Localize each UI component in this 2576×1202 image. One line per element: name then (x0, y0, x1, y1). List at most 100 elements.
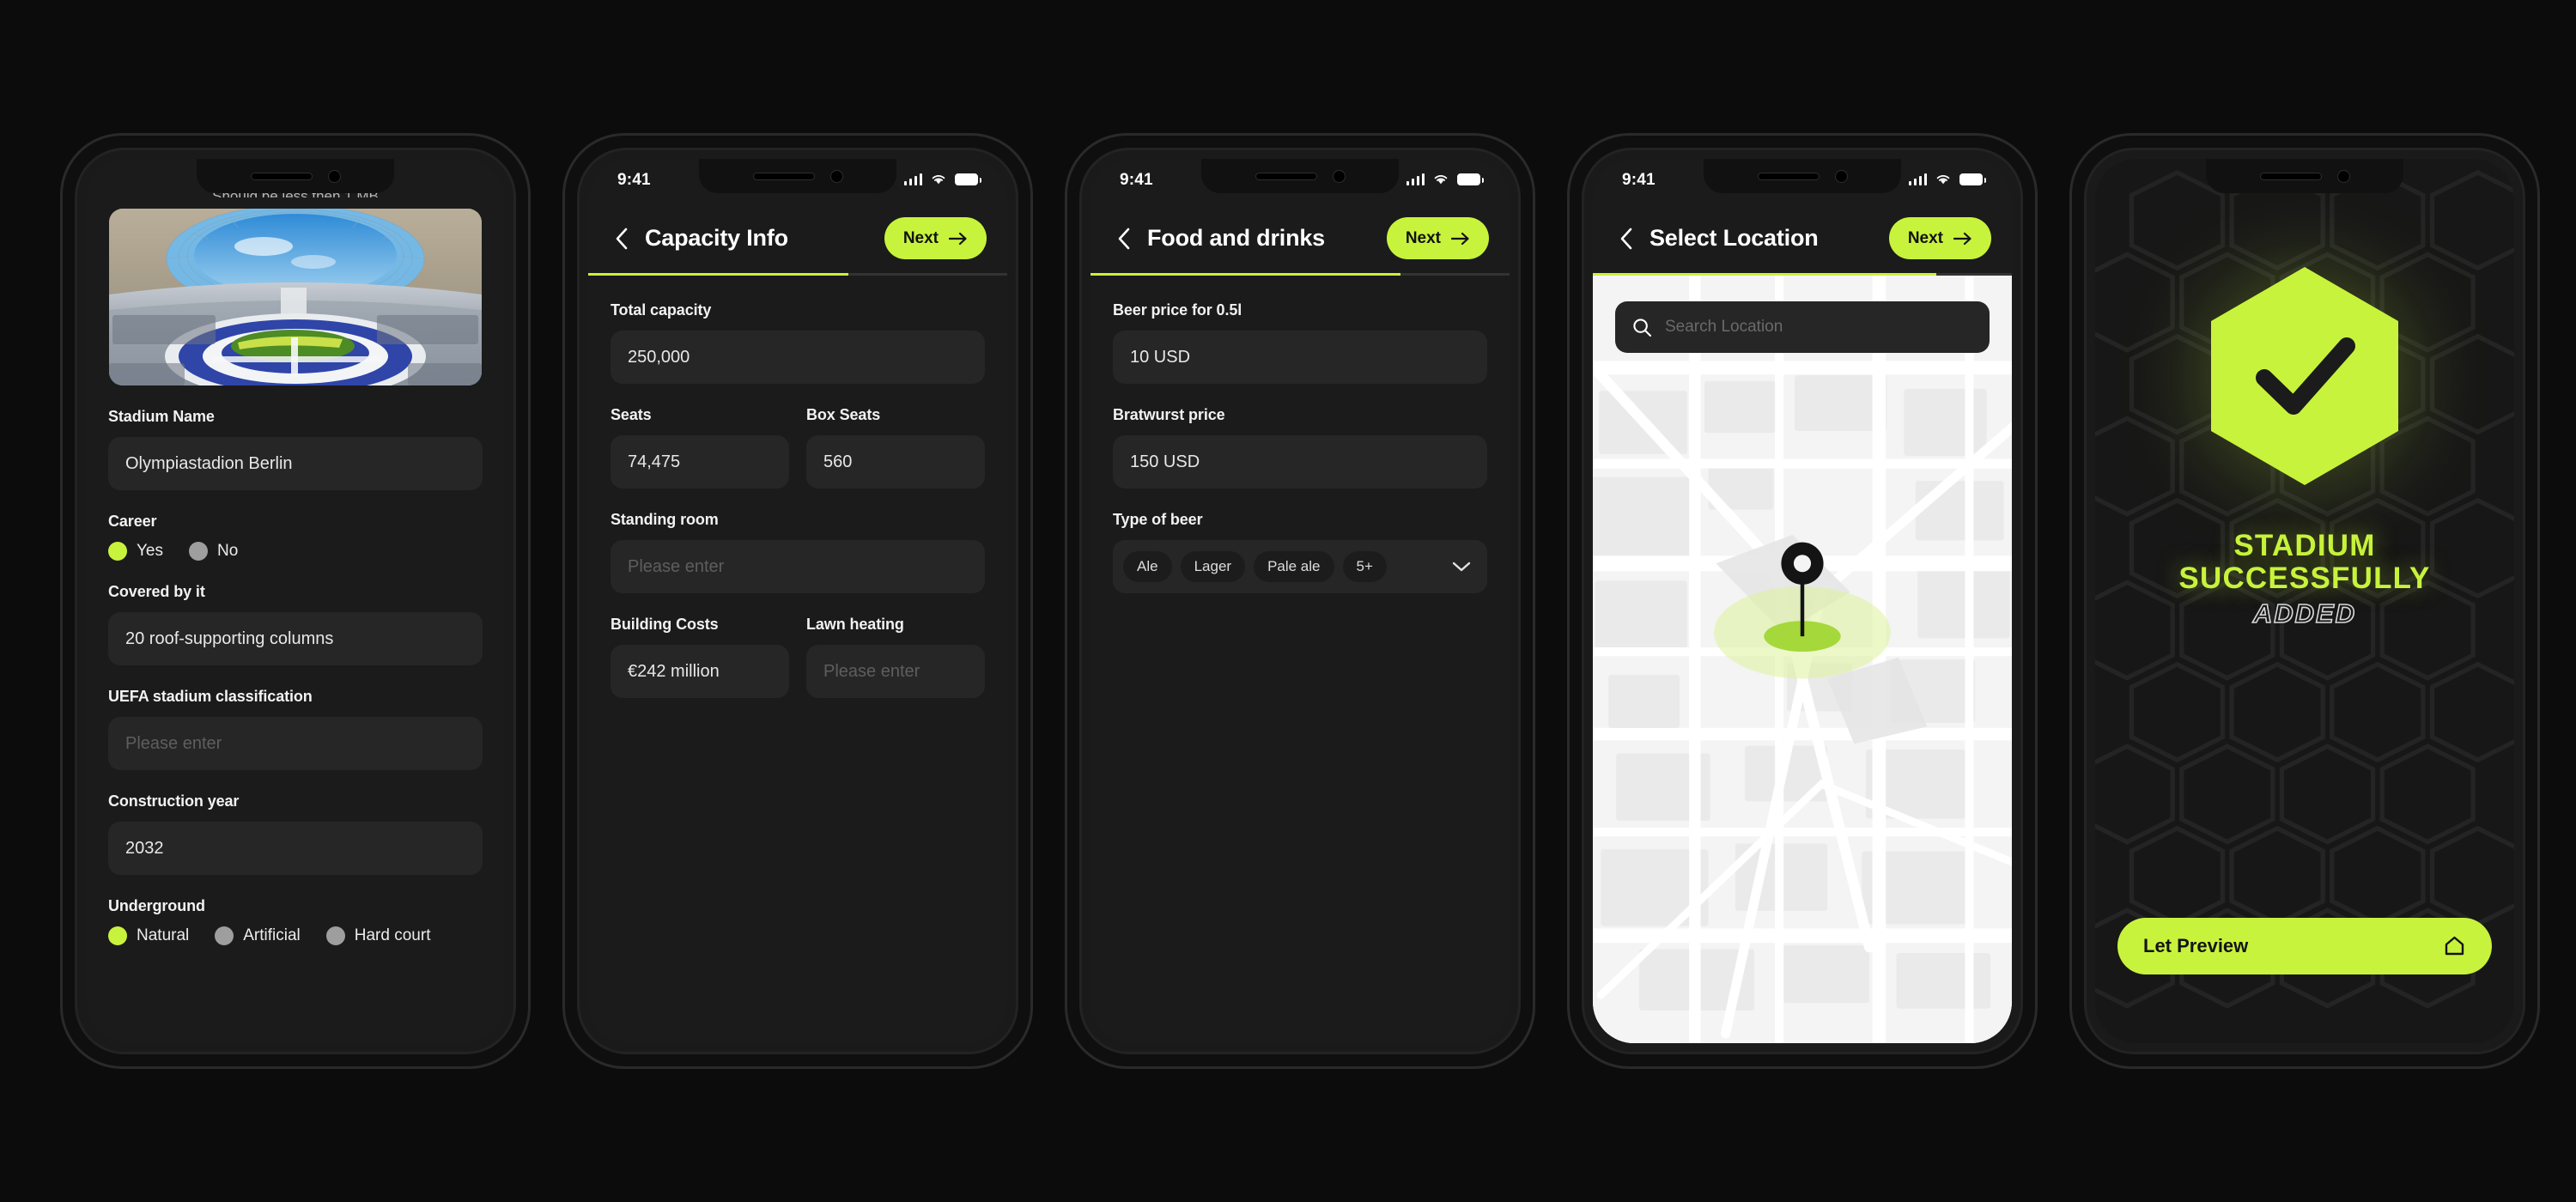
back-icon[interactable] (1615, 228, 1637, 250)
wifi-icon (932, 174, 945, 185)
general-info-form: Stadium Name Olympiastadion Berlin Caree… (86, 159, 505, 945)
costs-row: Building Costs €242 million Lawn heating… (611, 616, 985, 720)
beer-price-input[interactable]: 10 USD (1113, 331, 1487, 384)
field-label: Beer price for 0.5l (1113, 301, 1242, 319)
screenshot-canvas: Should be less then 1 MB (0, 0, 2576, 1202)
next-button[interactable]: Next (1888, 217, 1991, 259)
phone-bezel-1: Should be less then 1 MB (75, 148, 516, 1054)
phone-bezel-2: 9:41 Capacity Info Next Total capacity 2… (577, 148, 1018, 1054)
next-button[interactable]: Next (884, 217, 987, 259)
construction-year-input[interactable]: 2032 (108, 822, 483, 875)
success-line-1: STADIUM (2233, 529, 2376, 562)
chip-beer-type[interactable]: Ale (1123, 551, 1172, 582)
cellular-signal-icon (1908, 173, 1927, 185)
front-camera-icon (1834, 169, 1848, 183)
food-form: Beer price for 0.5l 10 USD Bratwurst pri… (1091, 276, 1510, 1043)
phone-bezel-5: STADIUM SUCCESSFULLY ADDED Let Preview (2084, 148, 2525, 1054)
seats-input[interactable]: 74,475 (611, 435, 789, 489)
phone-success: STADIUM SUCCESSFULLY ADDED Let Preview (2069, 133, 2540, 1069)
building-costs-input[interactable]: €242 million (611, 645, 789, 698)
radio-career-no[interactable]: No (189, 542, 238, 561)
let-preview-button[interactable]: Let Preview (2117, 918, 2492, 974)
chip-beer-type-more[interactable]: 5+ (1342, 551, 1387, 582)
seats-row: Seats 74,475 Box Seats 560 (611, 406, 985, 511)
underground-options: Natural Artificial Hard court (108, 926, 483, 945)
next-button[interactable]: Next (1386, 217, 1489, 259)
earpiece-speaker-icon (2259, 172, 2322, 180)
back-icon[interactable] (611, 228, 633, 250)
radio-dot-icon (189, 542, 208, 561)
success-container: STADIUM SUCCESSFULLY ADDED Let Preview (2095, 159, 2514, 1043)
field-lawn-heating: Lawn heating Please enter (806, 616, 985, 720)
chevron-down-icon[interactable] (1451, 561, 1475, 573)
map-view[interactable] (1593, 276, 2012, 1043)
battery-icon (1959, 173, 1986, 185)
radio-group-career: Career Yes No (108, 513, 483, 561)
page-title: Capacity Info (645, 225, 788, 251)
device-notch-5 (2206, 159, 2403, 193)
field-label: Building Costs (611, 616, 719, 633)
beer-type-label: Type of beer (1113, 511, 1203, 528)
field-label: UEFA stadium classification (108, 688, 313, 705)
chip-beer-type[interactable]: Lager (1180, 551, 1246, 582)
status-icons (903, 173, 981, 185)
success-line-3: ADDED (2252, 598, 2357, 628)
arrow-right-icon (1953, 232, 1971, 245)
cellular-signal-icon (903, 173, 922, 185)
field-covered-by-it: Covered by it 20 roof-supporting columns (108, 583, 483, 665)
screen-food-and-drinks: 9:41 Food and drinks Next Beer price for… (1091, 159, 1510, 1043)
stadium-name-input[interactable]: Olympiastadion Berlin (108, 437, 483, 490)
front-camera-icon (1332, 169, 1346, 183)
field-box-seats: Box Seats 560 (806, 406, 985, 511)
radio-underground-artificial[interactable]: Artificial (215, 926, 301, 945)
app-header: Select Location Next (1593, 203, 2012, 273)
stadium-photo[interactable] (109, 209, 482, 385)
career-label: Career (108, 513, 157, 530)
career-options: Yes No (108, 542, 483, 561)
capacity-form: Total capacity 250,000 Seats 74,475 Box … (588, 276, 1007, 1043)
total-capacity-input[interactable]: 250,000 (611, 331, 985, 384)
radio-underground-natural[interactable]: Natural (108, 926, 189, 945)
field-construction-year: Construction year 2032 (108, 792, 483, 875)
field-stadium-name: Stadium Name Olympiastadion Berlin (108, 408, 483, 490)
progress-track (588, 273, 1007, 276)
earpiece-speaker-icon (1255, 172, 1317, 180)
progress-track (1091, 273, 1510, 276)
phone-general-info: Should be less then 1 MB (60, 133, 531, 1069)
phone-bezel-4: 9:41 Select Location Next Search Locatio… (1582, 148, 2023, 1054)
field-label: Standing room (611, 511, 719, 528)
field-label: Total capacity (611, 301, 712, 319)
cellular-signal-icon (1406, 173, 1425, 185)
covered-by-it-input[interactable]: 20 roof-supporting columns (108, 612, 483, 665)
device-notch-3 (1201, 159, 1399, 193)
chip-beer-type[interactable]: Pale ale (1254, 551, 1334, 582)
field-standing-room: Standing room Please enter (611, 511, 985, 593)
screen-select-location: 9:41 Select Location Next Search Locatio… (1593, 159, 2012, 1043)
radio-label: Natural (137, 926, 190, 944)
field-label: Construction year (108, 792, 240, 810)
radio-career-yes[interactable]: Yes (108, 542, 163, 561)
box-seats-input[interactable]: 560 (806, 435, 985, 489)
uefa-classification-input[interactable]: Please enter (108, 717, 483, 770)
search-location-input[interactable]: Search Location (1665, 318, 1783, 337)
success-line-2: SUCCESSFULLY (2178, 561, 2431, 595)
radio-underground-hard-court[interactable]: Hard court (325, 926, 430, 945)
front-camera-icon (829, 169, 843, 183)
phone-food-and-drinks: 9:41 Food and drinks Next Beer price for… (1065, 133, 1535, 1069)
lawn-heating-input[interactable]: Please enter (806, 645, 985, 698)
bratwurst-price-input[interactable]: 150 USD (1113, 435, 1487, 489)
field-label: Stadium Name (108, 408, 215, 425)
beer-type-select[interactable]: Ale Lager Pale ale 5+ (1113, 540, 1487, 593)
field-seats: Seats 74,475 (611, 406, 789, 511)
field-label: Seats (611, 406, 652, 423)
search-location-bar[interactable]: Search Location (1615, 301, 1990, 353)
success-message: STADIUM SUCCESSFULLY ADDED (2178, 530, 2430, 628)
phone-bezel-3: 9:41 Food and drinks Next Beer price for… (1079, 148, 1521, 1054)
device-notch-2 (699, 159, 896, 193)
status-time: 9:41 (1120, 171, 1153, 189)
field-label: Covered by it (108, 583, 205, 600)
phone-capacity-info: 9:41 Capacity Info Next Total capacity 2… (562, 133, 1033, 1069)
next-button-label: Next (1405, 228, 1441, 247)
back-icon[interactable] (1113, 228, 1135, 250)
standing-room-input[interactable]: Please enter (611, 540, 985, 593)
